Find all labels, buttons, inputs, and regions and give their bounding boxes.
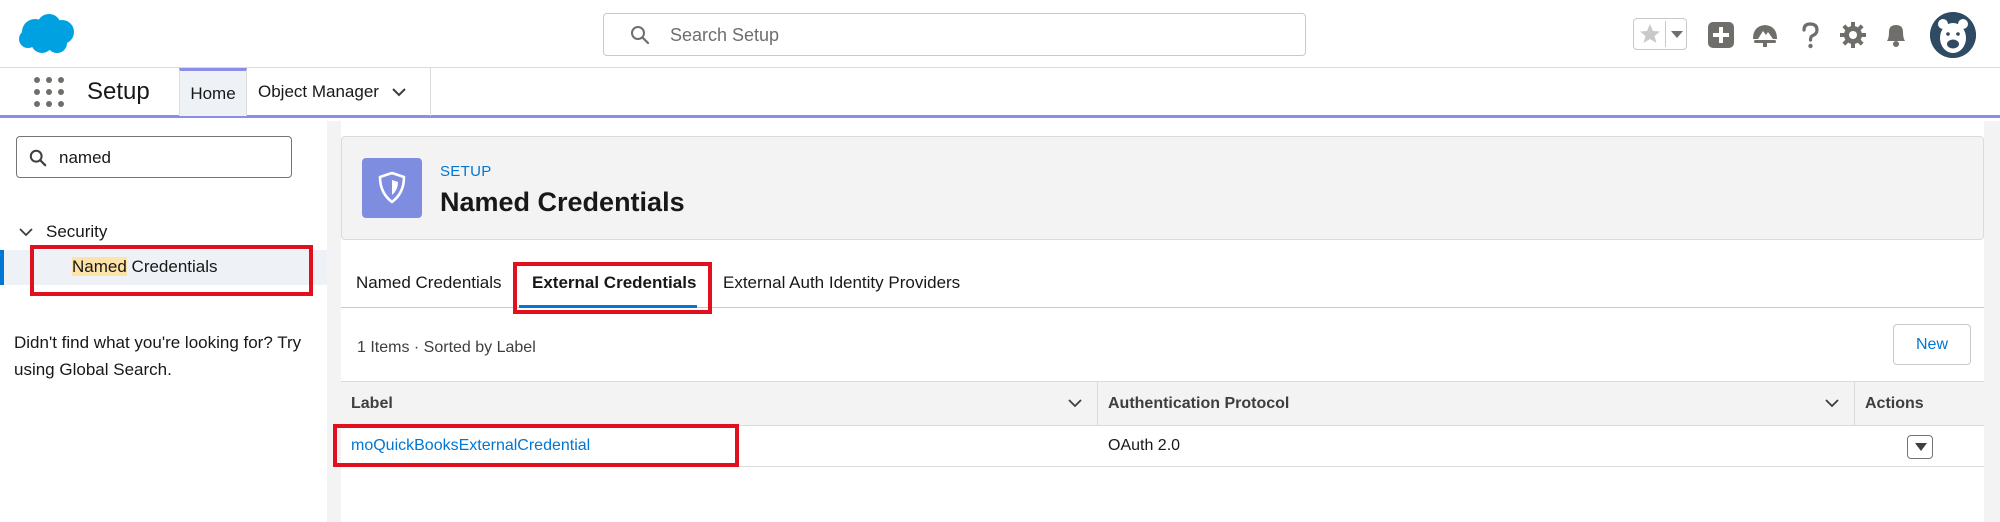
page-header-eyebrow: SETUP — [440, 163, 492, 180]
avatar-icon — [1930, 12, 1976, 58]
search-icon — [29, 149, 47, 167]
tab-named-credentials[interactable]: Named Credentials — [356, 273, 502, 293]
column-header-label-text: Label — [351, 395, 393, 412]
column-header-actions-text: Actions — [1865, 395, 1924, 412]
app-navigation-bar: Setup Home Object Manager — [0, 68, 2000, 118]
tab-external-auth-identity-providers[interactable]: External Auth Identity Providers — [723, 273, 960, 293]
page-title: Named Credentials — [440, 187, 685, 217]
chevron-down-icon[interactable] — [18, 227, 34, 237]
trailhead-icon[interactable] — [1750, 20, 1780, 50]
page-header-icon — [362, 158, 422, 218]
new-button[interactable]: New — [1893, 324, 1971, 365]
not-found-hint: Didn't find what you're looking for? Try… — [14, 333, 302, 379]
nav-tab-home[interactable]: Home — [179, 68, 247, 116]
waffle-icon[interactable] — [34, 77, 64, 107]
shield-icon — [378, 171, 406, 204]
salesforce-cloud-icon[interactable] — [18, 12, 76, 56]
chevron-down-icon — [1915, 443, 1927, 451]
column-header-label[interactable]: Label — [341, 382, 1098, 426]
page-header: SETUP Named Credentials — [341, 136, 1984, 240]
column-header-authentication-protocol[interactable]: Authentication Protocol — [1098, 382, 1855, 426]
nav-tab-object-manager-label: Object Manager — [258, 82, 379, 101]
nav-tab-home-label: Home — [190, 83, 236, 103]
quick-find-input[interactable] — [59, 144, 279, 171]
chevron-down-icon[interactable] — [1067, 398, 1083, 408]
auth-protocol-cell: OAuth 2.0 — [1108, 437, 1181, 454]
chevron-down-icon[interactable] — [1824, 398, 1840, 408]
nav-tab-object-manager[interactable]: Object Manager — [247, 68, 431, 116]
favorites-button-group[interactable] — [1633, 18, 1687, 50]
global-header — [0, 0, 2000, 68]
row-actions-menu-button[interactable] — [1907, 435, 1933, 459]
chevron-down-icon[interactable] — [391, 87, 407, 97]
global-search-input[interactable] — [670, 20, 1270, 50]
table-header: Label Authentication Protocol Actions — [341, 381, 1984, 426]
setup-sidebar: Security Named Credentials Didn't find w… — [0, 121, 327, 522]
quick-find-box[interactable] — [16, 136, 292, 178]
favorites-divider — [1665, 21, 1666, 47]
tree-node-security-label: Security — [46, 222, 108, 241]
app-name: Setup — [87, 78, 150, 105]
annotation-box-sidebar — [30, 245, 313, 296]
tree-node-security[interactable]: Security — [18, 219, 107, 245]
gear-icon[interactable] — [1838, 20, 1868, 50]
avatar[interactable] — [1930, 12, 1976, 58]
bell-icon[interactable] — [1881, 20, 1911, 50]
add-icon[interactable] — [1706, 20, 1736, 50]
search-icon — [631, 26, 650, 45]
annotation-box-row — [333, 424, 739, 467]
global-search-box[interactable] — [603, 13, 1306, 56]
column-header-actions: Actions — [1855, 382, 1984, 426]
star-icon[interactable] — [1638, 22, 1662, 46]
chevron-down-icon[interactable] — [1669, 22, 1685, 46]
help-icon[interactable] — [1795, 20, 1825, 50]
column-header-auth-text: Authentication Protocol — [1108, 395, 1290, 412]
list-view-meta: 1 Items · Sorted by Label — [357, 339, 536, 356]
annotation-box-tab — [513, 262, 712, 314]
